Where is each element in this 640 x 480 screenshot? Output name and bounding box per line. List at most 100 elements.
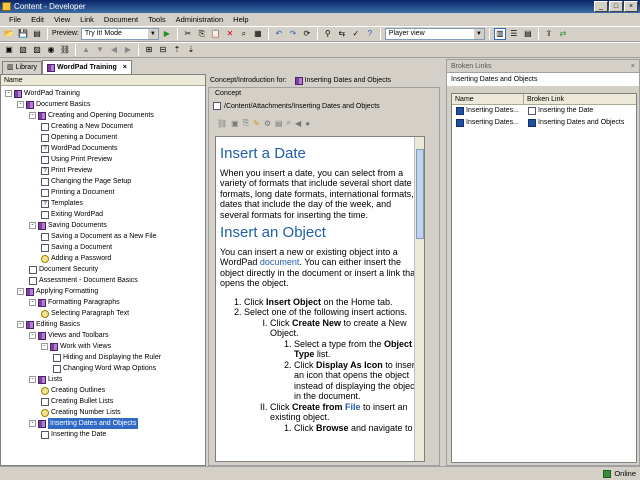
publish-icon[interactable]: ⇪ xyxy=(543,28,555,40)
refresh-icon[interactable]: ⟳ xyxy=(301,28,313,40)
tree-node[interactable]: Creating Bullet Lists xyxy=(41,396,113,407)
tree-node[interactable]: ? Print Preview xyxy=(41,165,92,176)
check-in-icon[interactable]: ⇡ xyxy=(171,44,183,56)
binoculars-icon[interactable]: ⚲ xyxy=(322,28,334,40)
collapse-toggle-icon[interactable]: - xyxy=(29,112,36,119)
tree-node[interactable]: Document Security xyxy=(29,264,98,275)
collapse-toggle-icon[interactable]: - xyxy=(29,420,36,427)
tree-node[interactable]: - Formatting Paragraphs xyxy=(29,297,120,308)
preview-icon[interactable]: ⌕ xyxy=(287,118,291,128)
save-icon[interactable]: ▣ xyxy=(231,119,239,128)
file-link[interactable]: File xyxy=(345,402,361,412)
document-scrollbar[interactable] xyxy=(414,137,424,461)
table-row[interactable]: Inserting Dates... Inserting Dates and O… xyxy=(452,117,636,129)
menu-view[interactable]: View xyxy=(49,13,75,26)
collapse-icon[interactable]: ⊟ xyxy=(157,44,169,56)
move-up-icon[interactable]: ▲ xyxy=(80,44,92,56)
menu-edit[interactable]: Edit xyxy=(26,13,49,26)
expand-icon[interactable]: ⊞ xyxy=(143,44,155,56)
tree-node[interactable]: Using Print Preview xyxy=(41,154,112,165)
tree-node[interactable]: Changing the Page Setup xyxy=(41,176,131,187)
save-icon[interactable]: 💾 xyxy=(17,28,29,40)
tree-node[interactable]: - Editing Basics xyxy=(17,319,80,330)
tree-node[interactable]: Adding a Password xyxy=(41,253,111,264)
tree-node[interactable]: - Views and Toolbars xyxy=(29,330,108,341)
undo-icon[interactable]: ↶ xyxy=(273,28,285,40)
table-row[interactable]: Inserting Dates... Inserting the Date xyxy=(452,105,636,117)
copy-icon[interactable]: ⎘ xyxy=(243,118,249,128)
maximize-button[interactable]: □ xyxy=(609,1,623,12)
menu-help[interactable]: Help xyxy=(228,13,253,26)
menu-file[interactable]: File xyxy=(4,13,26,26)
player-view-select[interactable]: Player view ▼ xyxy=(384,28,485,40)
layout-detail-icon[interactable]: ▤ xyxy=(522,28,534,40)
new-module-icon[interactable]: ▣ xyxy=(3,44,15,56)
go-icon[interactable]: ▶ xyxy=(161,28,173,40)
link-icon[interactable]: ⛓ xyxy=(217,119,227,128)
tree-node[interactable]: - Applying Formatting xyxy=(17,286,98,297)
close-icon[interactable]: × xyxy=(631,60,635,73)
find-icon[interactable]: ⌕ xyxy=(238,28,250,40)
collapse-toggle-icon[interactable]: - xyxy=(29,299,36,306)
menu-administration[interactable]: Administration xyxy=(171,13,229,26)
edit-pencil-icon[interactable]: ✎ xyxy=(253,119,260,128)
tab-wordpad-training[interactable]: WordPad Training × xyxy=(42,60,132,74)
collapse-toggle-icon[interactable]: - xyxy=(41,343,48,350)
tree-node[interactable]: Changing Word Wrap Options xyxy=(53,363,156,374)
collapse-toggle-icon[interactable]: - xyxy=(17,101,24,108)
tab-library[interactable]: ▥ Library xyxy=(2,61,43,74)
menu-document[interactable]: Document xyxy=(99,13,143,26)
new-topic-icon[interactable]: ▨ xyxy=(31,44,43,56)
collapse-toggle-icon[interactable]: - xyxy=(17,288,24,295)
scrollbar-thumb[interactable] xyxy=(416,149,424,239)
outline-column-header[interactable]: Name xyxy=(1,75,205,86)
tree-node[interactable]: Saving a Document xyxy=(41,242,112,253)
redo-icon[interactable]: ↷ xyxy=(287,28,299,40)
close-button[interactable]: × xyxy=(624,1,638,12)
tree-node[interactable]: ? Templates xyxy=(41,198,83,209)
tree-node[interactable]: - Lists xyxy=(29,374,62,385)
tree-node[interactable]: ? WordPad Documents xyxy=(41,143,117,154)
link-icon[interactable]: ⛓ xyxy=(59,44,71,56)
tree-node[interactable]: - Saving Documents xyxy=(29,220,107,231)
tree-node[interactable]: - WordPad Training xyxy=(5,88,80,99)
close-tab-icon[interactable]: × xyxy=(123,62,127,74)
properties-icon[interactable]: ▦ xyxy=(252,28,264,40)
tree-node[interactable]: Creating Outlines xyxy=(41,385,105,396)
replace-icon[interactable]: ⇆ xyxy=(336,28,348,40)
minimize-button[interactable]: _ xyxy=(594,1,608,12)
move-down-icon[interactable]: ▼ xyxy=(94,44,106,56)
collapse-toggle-icon[interactable]: - xyxy=(29,222,36,229)
collapse-toggle-icon[interactable]: - xyxy=(29,376,36,383)
sync-icon[interactable]: ⇄ xyxy=(557,28,569,40)
tree-node[interactable]: - Creating and Opening Documents xyxy=(29,110,154,121)
tree-node[interactable]: Creating a New Document xyxy=(41,121,133,132)
print-icon[interactable]: ▤ xyxy=(275,119,283,128)
collapse-toggle-icon[interactable]: - xyxy=(5,90,12,97)
delete-icon[interactable]: ✕ xyxy=(224,28,236,40)
settings-icon[interactable]: ⚙ xyxy=(264,119,271,128)
paste-icon[interactable]: 📋 xyxy=(210,28,222,40)
record-icon[interactable]: ◉ xyxy=(45,44,57,56)
new-section-icon[interactable]: ▧ xyxy=(17,44,29,56)
tree-node[interactable]: Creating Number Lists xyxy=(41,407,121,418)
collapse-toggle-icon[interactable]: - xyxy=(29,332,36,339)
tree-node[interactable]: Inserting the Date xyxy=(41,429,106,440)
open-folder-icon[interactable]: 📂 xyxy=(3,28,15,40)
tree-node[interactable]: Hiding and Displaying the Ruler xyxy=(53,352,161,363)
menu-link[interactable]: Link xyxy=(75,13,99,26)
column-name[interactable]: Name xyxy=(452,94,524,104)
tree-node[interactable]: - Inserting Dates and Objects xyxy=(29,418,139,429)
copy-icon[interactable]: ⎘ xyxy=(196,28,208,40)
tree-node[interactable]: Opening a Document xyxy=(41,132,117,143)
layout-list-icon[interactable]: ☰ xyxy=(508,28,520,40)
tree-node[interactable]: Selecting Paragraph Text xyxy=(41,308,129,319)
layout-icon[interactable]: ▥ xyxy=(493,28,506,40)
indent-icon[interactable]: ▶ xyxy=(122,44,134,56)
outdent-icon[interactable]: ◀ xyxy=(108,44,120,56)
cut-icon[interactable]: ✂ xyxy=(182,28,194,40)
tree-node[interactable]: - Document Basics xyxy=(17,99,90,110)
collapse-toggle-icon[interactable]: - xyxy=(17,321,24,328)
column-broken-link[interactable]: Broken Link xyxy=(524,94,636,104)
spellcheck-icon[interactable]: ✓ xyxy=(350,28,362,40)
